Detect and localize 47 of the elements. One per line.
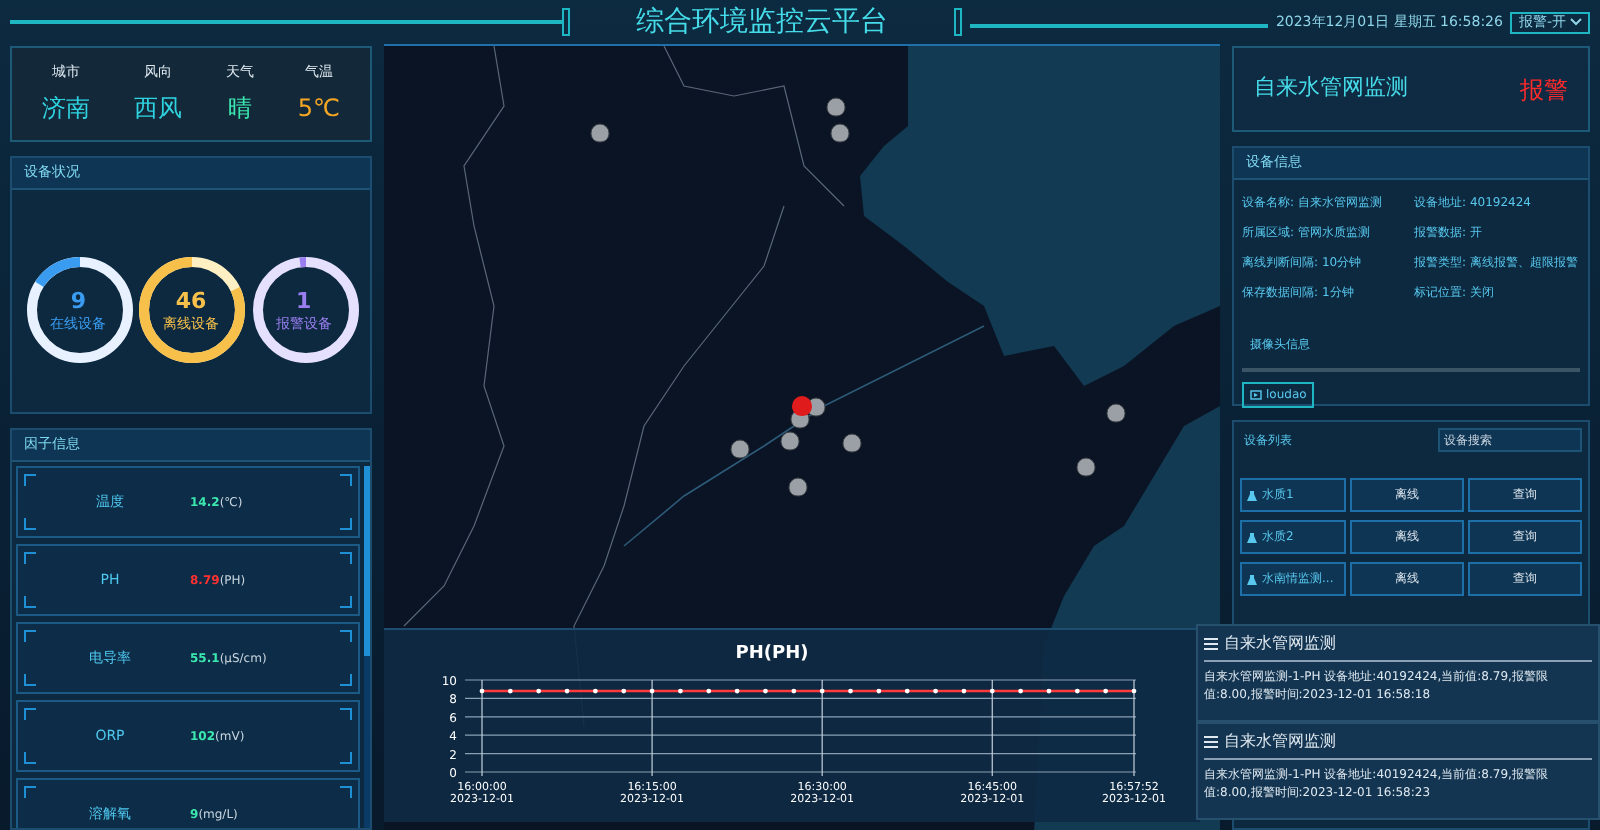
data-point <box>791 688 797 694</box>
data-point <box>706 688 712 694</box>
gauge-value: 46 <box>175 289 207 311</box>
data-point <box>989 688 995 694</box>
data-point <box>507 688 513 694</box>
data-point <box>649 688 655 694</box>
data-point <box>1131 688 1137 694</box>
data-point <box>819 688 825 694</box>
data-point <box>961 688 967 694</box>
data-point <box>1103 688 1109 694</box>
alarm-card-title: 自来水管网监测 <box>1254 72 1408 105</box>
weather-value: 晴 <box>227 91 252 126</box>
list-icon <box>1204 637 1218 649</box>
data-point <box>1018 688 1023 694</box>
chart-title: PH(PH) <box>735 644 809 664</box>
data-point <box>904 688 910 694</box>
flask-icon <box>1246 489 1258 501</box>
data-point <box>1074 688 1080 694</box>
data-point <box>933 688 938 694</box>
data-point <box>734 688 740 694</box>
data-point <box>763 688 768 694</box>
ring-gauge <box>134 252 251 368</box>
data-point <box>564 688 570 694</box>
flask-icon <box>1246 531 1258 543</box>
weather-value: 西风 <box>133 91 182 126</box>
chevron-down-icon <box>1570 18 1582 26</box>
weather-value: 济南 <box>41 91 90 126</box>
data-point <box>876 688 882 694</box>
data-point <box>536 688 542 694</box>
data-point <box>479 688 485 694</box>
list-icon <box>1204 735 1218 747</box>
ring-gauge <box>22 252 138 368</box>
data-point <box>593 688 598 694</box>
data-point <box>678 688 683 694</box>
page-title: 综合环境监控云平台 <box>634 3 890 41</box>
flask-icon <box>1246 573 1258 585</box>
video-icon <box>1250 390 1262 400</box>
notification-title: 自来水管网监测 <box>1224 631 1336 655</box>
weather-value: 5℃ <box>297 91 341 126</box>
notification-title: 自来水管网监测 <box>1224 729 1336 753</box>
data-point <box>848 688 853 694</box>
ring-gauge <box>247 252 364 368</box>
data-point <box>621 688 627 694</box>
alarm-status: 报警 <box>1520 73 1568 107</box>
gauge-value: 1 <box>295 289 312 311</box>
gauge-value: 9 <box>70 289 86 311</box>
data-point <box>1046 688 1052 694</box>
